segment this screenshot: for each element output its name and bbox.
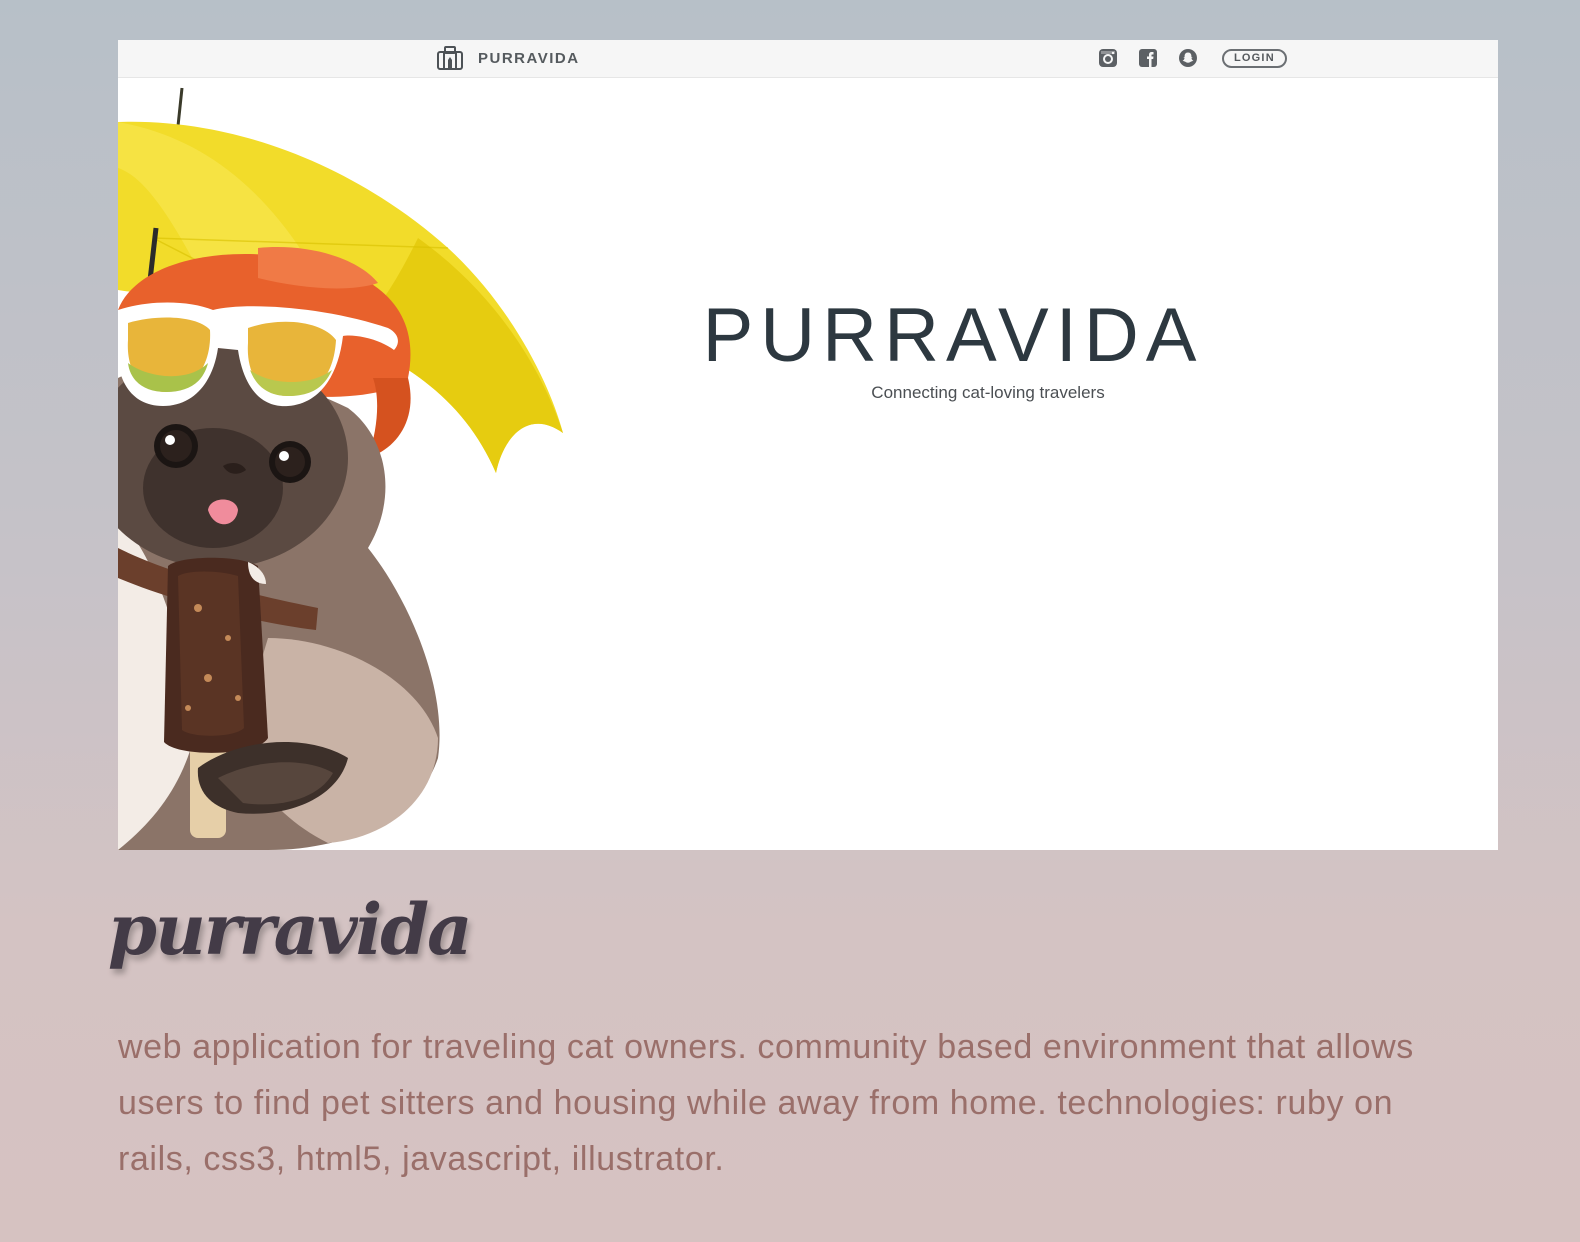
brand-name: PURRAVIDA <box>478 49 580 67</box>
site-navbar: PURRAVIDA LOGIN <box>118 40 1498 78</box>
hero-title: PURRAVIDA <box>702 293 1204 378</box>
project-description: web application for traveling cat owners… <box>118 1028 1414 1178</box>
cat-with-umbrella-illustration <box>118 87 563 850</box>
snapchat-icon[interactable] <box>1178 48 1198 68</box>
site-logo[interactable]: PURRAVIDA <box>436 44 580 72</box>
login-button[interactable]: LOGIN <box>1222 48 1287 68</box>
instagram-icon[interactable] <box>1098 48 1118 68</box>
social-links: LOGIN <box>1098 44 1287 72</box>
facebook-icon[interactable] <box>1138 48 1158 68</box>
project-screenshot: PURRAVIDA LOGIN PURRAVIDA Connecting cat… <box>118 40 1498 850</box>
project-title: purravida <box>108 888 473 971</box>
hero-tagline: Connecting cat-loving travelers <box>871 383 1105 402</box>
luggage-icon <box>436 46 464 70</box>
